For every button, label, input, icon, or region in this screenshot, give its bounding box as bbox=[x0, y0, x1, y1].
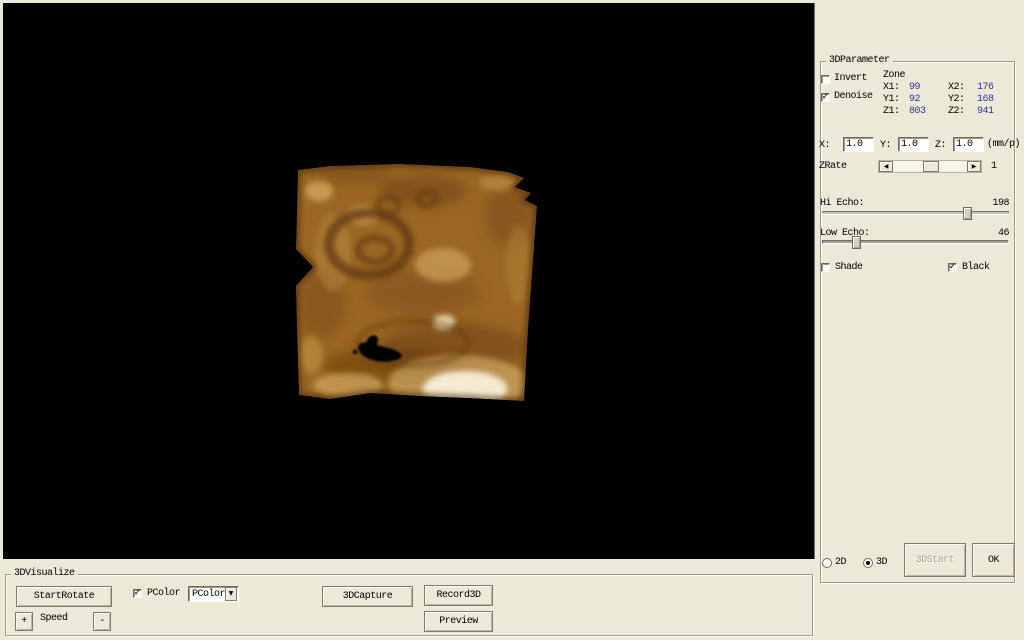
low-echo-slider-thumb[interactable] bbox=[852, 236, 861, 249]
scale-unit-label: (mm/p) bbox=[987, 139, 1020, 150]
pcolor-dropdown-button[interactable]: ▼ bbox=[225, 587, 237, 601]
speed-minus-button[interactable]: - bbox=[93, 612, 111, 631]
scale-z-input[interactable] bbox=[953, 137, 984, 152]
zrate-scrollbar[interactable]: ◀ ▶ bbox=[878, 160, 982, 173]
preview-button-label: Preview bbox=[439, 616, 478, 627]
scale-x-input[interactable] bbox=[843, 137, 874, 152]
ok-button[interactable]: OK bbox=[972, 543, 1015, 577]
preview-button[interactable]: Preview bbox=[424, 611, 493, 632]
render-3d-object bbox=[3, 3, 814, 559]
shade-checkbox[interactable] bbox=[821, 263, 830, 272]
zone-z2-label: Z2: bbox=[948, 106, 965, 117]
visualize-group-title: 3DVisualize bbox=[11, 568, 78, 580]
hi-echo-slider-thumb[interactable] bbox=[963, 207, 972, 220]
zone-x1-label: X1: bbox=[883, 82, 900, 93]
scroll-right-icon: ▶ bbox=[972, 164, 977, 170]
radio-dot-icon bbox=[866, 561, 870, 565]
zrate-scroll-left-button[interactable]: ◀ bbox=[879, 161, 893, 172]
speed-minus-label: - bbox=[99, 616, 105, 627]
zone-z2-value: 941 bbox=[977, 106, 994, 117]
check-icon: ✓ bbox=[949, 264, 957, 271]
denoise-checkbox[interactable]: ✓ bbox=[821, 93, 830, 102]
start-rotate-button-label: StartRotate bbox=[34, 591, 95, 602]
mode-2d-label: 2D bbox=[835, 557, 846, 568]
speed-label: Speed bbox=[40, 613, 68, 624]
hi-echo-slider-track[interactable] bbox=[822, 211, 1009, 215]
hi-echo-value: 198 bbox=[975, 198, 1009, 209]
scroll-left-icon: ◀ bbox=[884, 164, 889, 170]
3d-render-dialog: { "colors": { "window_bg": "#ece9d8", "v… bbox=[0, 0, 1024, 640]
scale-y-label: Y: bbox=[880, 140, 891, 151]
zone-y2-label: Y2: bbox=[948, 94, 965, 105]
pcolor-dropdown[interactable]: PColor ▼ bbox=[188, 586, 239, 602]
param-group-title: 3DParameter bbox=[826, 55, 893, 67]
zone-x2-value: 176 bbox=[977, 82, 994, 93]
zrate-scrollbar-thumb[interactable] bbox=[923, 161, 939, 172]
zrate-label: ZRate bbox=[819, 161, 847, 172]
invert-label: Invert bbox=[834, 73, 867, 84]
3dstart-button-label: 3DStart bbox=[916, 555, 955, 566]
low-echo-label: Low Echo: bbox=[820, 228, 870, 239]
pcolor-checkbox[interactable]: ✓ bbox=[133, 589, 142, 598]
record3d-button[interactable]: Record3D bbox=[424, 585, 493, 606]
zone-x1-value: 99 bbox=[909, 82, 920, 93]
zone-title: Zone bbox=[883, 70, 905, 81]
check-icon: ✓ bbox=[822, 94, 830, 101]
zone-y1-label: Y1: bbox=[883, 94, 900, 105]
low-echo-slider-track[interactable] bbox=[822, 240, 1009, 244]
3dcapture-button-label: 3DCapture bbox=[343, 591, 393, 602]
start-rotate-button[interactable]: StartRotate bbox=[16, 586, 112, 607]
ok-button-label: OK bbox=[988, 555, 999, 566]
zone-y2-value: 168 bbox=[977, 94, 994, 105]
zone-y1-value: 92 bbox=[909, 94, 920, 105]
hi-echo-label: Hi Echo: bbox=[820, 198, 864, 209]
zone-z1-value: 803 bbox=[909, 106, 926, 117]
shade-label: Shade bbox=[835, 262, 863, 273]
zrate-value: 1 bbox=[991, 161, 997, 172]
3dcapture-button[interactable]: 3DCapture bbox=[322, 586, 413, 607]
zone-x2-label: X2: bbox=[948, 82, 965, 93]
speed-plus-button[interactable]: + bbox=[15, 612, 33, 631]
dropdown-arrow-icon: ▼ bbox=[229, 591, 234, 597]
mode-3d-radio[interactable] bbox=[863, 558, 873, 568]
render-viewport[interactable] bbox=[3, 3, 815, 559]
denoise-label: Denoise bbox=[834, 91, 873, 102]
pcolor-label: PColor bbox=[147, 588, 180, 599]
low-echo-value: 46 bbox=[975, 228, 1009, 239]
pcolor-dropdown-value: PColor bbox=[189, 589, 225, 600]
record3d-button-label: Record3D bbox=[436, 590, 480, 601]
scale-y-input[interactable] bbox=[898, 137, 929, 152]
scale-z-label: Z: bbox=[935, 140, 946, 151]
zone-z1-label: Z1: bbox=[883, 106, 900, 117]
zrate-scroll-right-button[interactable]: ▶ bbox=[967, 161, 981, 172]
invert-checkbox[interactable] bbox=[821, 75, 830, 84]
black-checkbox[interactable]: ✓ bbox=[948, 263, 957, 272]
3dstart-button[interactable]: 3DStart bbox=[904, 543, 966, 577]
scale-x-label: X: bbox=[819, 140, 830, 151]
check-icon: ✓ bbox=[134, 590, 142, 597]
black-label: Black bbox=[962, 262, 990, 273]
mode-2d-radio[interactable] bbox=[822, 558, 832, 568]
speed-plus-label: + bbox=[21, 616, 27, 627]
mode-3d-label: 3D bbox=[876, 557, 887, 568]
